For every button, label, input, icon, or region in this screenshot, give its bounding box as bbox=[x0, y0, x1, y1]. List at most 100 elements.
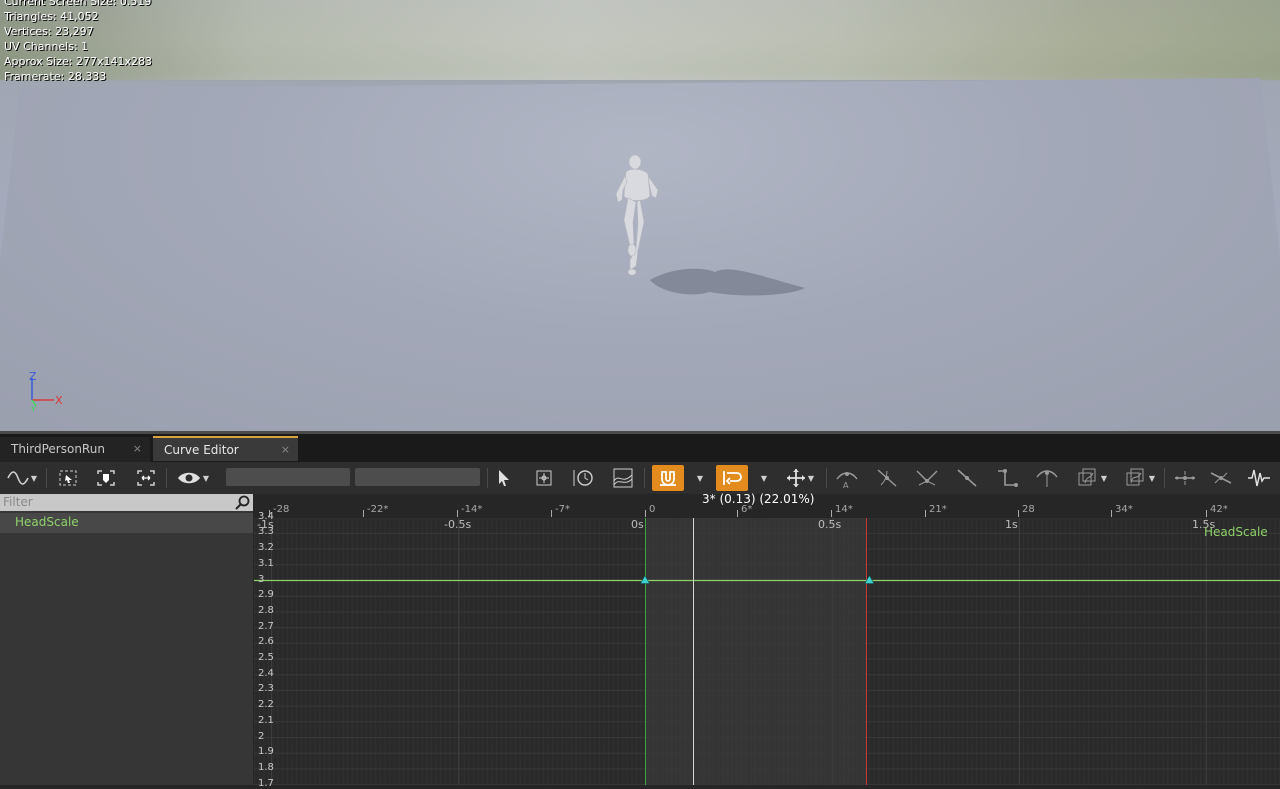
filter-placeholder: Filter bbox=[3, 495, 33, 509]
seconds-label: -0.5s bbox=[444, 518, 472, 531]
frame-all-icon bbox=[137, 470, 155, 486]
snap-dropdown[interactable]: ▼ bbox=[692, 465, 706, 491]
value-label: 3 bbox=[258, 573, 265, 585]
time-field[interactable] bbox=[226, 468, 350, 486]
flatten-button[interactable] bbox=[1172, 465, 1198, 491]
curve-view-button[interactable]: ▼ bbox=[4, 465, 40, 491]
value-label: 2.5 bbox=[258, 652, 274, 663]
close-icon[interactable]: × bbox=[133, 437, 142, 461]
mannequin-character[interactable] bbox=[606, 150, 666, 280]
close-icon[interactable]: × bbox=[281, 438, 290, 462]
stat-line: UV Channels: 1 bbox=[4, 40, 89, 53]
value-label: 2.6 bbox=[258, 636, 274, 648]
tab-label: Curve Editor bbox=[164, 443, 239, 457]
transform-tool-button[interactable]: ▼ bbox=[782, 465, 818, 491]
select-keys-button[interactable] bbox=[55, 465, 81, 491]
tab-bar: ThirdPersonRun × Curve Editor × bbox=[0, 434, 1280, 462]
constant-tangent-button[interactable] bbox=[994, 465, 1020, 491]
toolbar-separator bbox=[487, 468, 488, 488]
tab-curve-editor[interactable]: Curve Editor × bbox=[153, 436, 298, 461]
toolbar-separator bbox=[46, 468, 47, 488]
toolbar-separator bbox=[644, 468, 645, 488]
user-tangent-button[interactable] bbox=[874, 465, 900, 491]
filter-input[interactable]: Filter bbox=[0, 494, 253, 511]
time-scale-button[interactable] bbox=[571, 465, 597, 491]
frame-selection-button[interactable] bbox=[93, 465, 119, 491]
fit-button[interactable] bbox=[532, 465, 556, 491]
value-label: 3.3 bbox=[258, 526, 274, 538]
axis-y-label: Y bbox=[30, 405, 36, 414]
value-label: 1.7 bbox=[258, 777, 274, 789]
pre-infinity-button[interactable]: ▼ bbox=[1074, 465, 1110, 491]
auto-tangent-button[interactable]: A bbox=[834, 465, 860, 491]
select-tool-icon bbox=[499, 470, 509, 486]
value-field[interactable] bbox=[355, 468, 480, 486]
select-key-icon bbox=[59, 470, 77, 486]
flatten-icon bbox=[1175, 471, 1195, 485]
pre-infinity-icon bbox=[1078, 468, 1096, 486]
seconds-label: 0.5s bbox=[818, 518, 842, 531]
chevron-down-icon: ▼ bbox=[807, 473, 815, 483]
chevron-down-icon: ▼ bbox=[1148, 473, 1156, 483]
value-label: 2.7 bbox=[258, 620, 274, 632]
transform-tool-icon bbox=[786, 469, 805, 487]
post-infinity-icon bbox=[1126, 468, 1144, 486]
value-label: 3.4 bbox=[258, 510, 274, 522]
break-tangent-button[interactable] bbox=[914, 465, 940, 491]
curve-filter-button[interactable] bbox=[1244, 465, 1274, 491]
time-icon bbox=[573, 470, 593, 486]
stat-line: Approx Size: 277x141x283 bbox=[4, 55, 152, 68]
fit-icon bbox=[536, 470, 552, 486]
seconds-label: 1s bbox=[1005, 518, 1018, 531]
curve-icon bbox=[7, 471, 29, 485]
auto-tangent-icon: A bbox=[836, 472, 858, 489]
snap-icon bbox=[660, 471, 676, 486]
tab-thirdpersonrun[interactable]: ThirdPersonRun × bbox=[0, 437, 150, 462]
post-infinity-button[interactable]: ▼ bbox=[1122, 465, 1158, 491]
tangent-snap-button[interactable] bbox=[716, 465, 748, 491]
value-label: 1.9 bbox=[258, 746, 274, 758]
value-label: 2.9 bbox=[258, 589, 274, 601]
curve-graph-canvas[interactable] bbox=[254, 494, 1280, 785]
curve-list-item[interactable]: HeadScale bbox=[0, 513, 253, 533]
value-label: 2.3 bbox=[258, 683, 274, 695]
chevron-down-icon: ▼ bbox=[202, 473, 210, 483]
tangent-snap-icon bbox=[723, 471, 742, 485]
curve-list-item-label: HeadScale bbox=[15, 515, 79, 529]
value-label: 2.4 bbox=[258, 667, 274, 679]
chevron-down-icon: ▼ bbox=[696, 473, 704, 483]
curve-graph[interactable] bbox=[254, 494, 1280, 785]
chevron-down-icon: ▼ bbox=[760, 473, 768, 483]
constant-tangent-icon bbox=[998, 469, 1018, 487]
chevron-down-icon: ▼ bbox=[30, 473, 38, 483]
visibility-eye-icon bbox=[177, 472, 200, 484]
select-tool-button[interactable] bbox=[492, 465, 516, 491]
stat-line: Triangles: 41,052 bbox=[4, 10, 99, 23]
tab-label: ThirdPersonRun bbox=[11, 442, 105, 456]
break-tangent-icon bbox=[916, 470, 938, 486]
value-label: 2.2 bbox=[258, 699, 274, 711]
viewport-stats: Current Screen Size: 0.519 Triangles: 41… bbox=[4, 0, 152, 84]
search-icon[interactable] bbox=[235, 495, 251, 510]
visibility-button[interactable]: ▼ bbox=[173, 465, 213, 491]
axis-z-label: Z bbox=[29, 370, 37, 383]
stat-line: Framerate: 28.333 bbox=[4, 70, 107, 83]
straighten-button[interactable] bbox=[1208, 465, 1234, 491]
weighted-tangent-icon bbox=[1036, 470, 1058, 487]
level-viewport[interactable]: Current Screen Size: 0.519 Triangles: 41… bbox=[0, 0, 1280, 433]
normalize-button[interactable] bbox=[610, 465, 636, 491]
value-axis-labels: 3.4 3.3 3.2 3.1 3 2.9 2.8 2.7 2.6 2.5 2.4 2.3 2.2 2.1… bbox=[254, 494, 294, 789]
normalize-icon bbox=[613, 468, 633, 488]
weighted-tangent-button[interactable] bbox=[1034, 465, 1060, 491]
tangent-snap-dropdown[interactable]: ▼ bbox=[756, 465, 770, 491]
svg-text:A: A bbox=[843, 481, 849, 489]
linear-tangent-button[interactable] bbox=[954, 465, 980, 491]
curve-name-label: HeadScale bbox=[1204, 525, 1268, 539]
value-label: 1.8 bbox=[258, 761, 274, 773]
snap-button[interactable] bbox=[652, 465, 684, 491]
frame-selection-icon bbox=[97, 470, 115, 486]
frame-all-button[interactable] bbox=[133, 465, 159, 491]
straighten-icon bbox=[1210, 472, 1232, 484]
axis-x-label: X bbox=[55, 394, 63, 407]
axis-gizmo-icon: Z X Y bbox=[29, 370, 63, 414]
